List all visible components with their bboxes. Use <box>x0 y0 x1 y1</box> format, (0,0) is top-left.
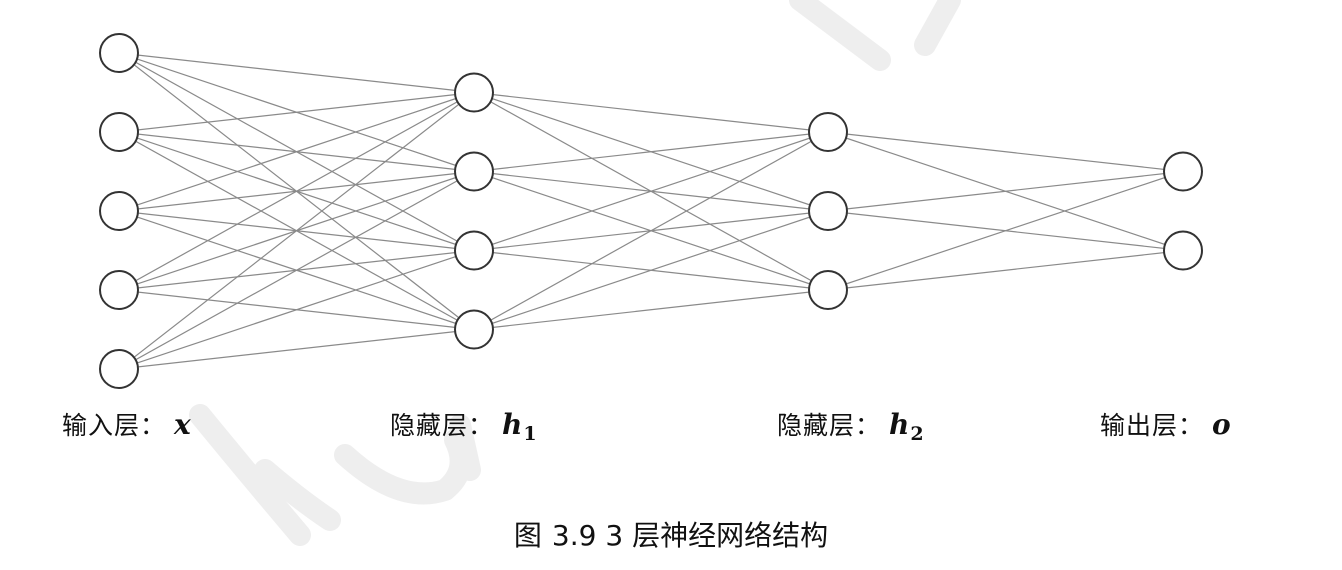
input-layer-variable: x <box>174 408 191 441</box>
connection-h1-3-to-h2-1 <box>473 131 829 252</box>
connection-input-1-to-h1-1 <box>118 52 475 94</box>
neuron-h2-2 <box>808 191 848 231</box>
connection-h2-1-to-output-1 <box>827 131 1184 173</box>
connection-h2-2-to-output-1 <box>827 170 1184 212</box>
hidden-layer-2-name: 隐藏层： <box>777 411 882 440</box>
connection-h1-4-to-h2-3 <box>473 289 829 331</box>
hidden-layer-1-variable: h1 <box>502 408 537 445</box>
connection-h2-3-to-output-2 <box>827 249 1184 291</box>
neuron-h1-3 <box>454 230 494 271</box>
output-layer-label: 输出层： o <box>1100 405 1232 445</box>
hidden-layer-1-label: 隐藏层： h1 <box>390 405 537 445</box>
connection-h2-3-to-output-1 <box>827 170 1184 291</box>
neuron-input-1 <box>99 33 139 73</box>
neuron-output-2 <box>1163 230 1203 271</box>
hidden-layer-1-name: 隐藏层： <box>390 411 495 440</box>
connection-input-3-to-h1-1 <box>118 91 475 212</box>
hidden-layer-2-label: 隐藏层： h2 <box>777 405 924 445</box>
connection-input-5-to-h1-3 <box>118 249 475 370</box>
connection-h1-1-to-h2-1 <box>473 91 829 133</box>
neuron-h2-3 <box>808 270 848 310</box>
neuron-input-2 <box>99 112 139 152</box>
figure-caption-text: 3.9 3 层神经网络结构 <box>551 519 829 552</box>
output-layer-variable: o <box>1212 408 1231 441</box>
connection-input-2-to-h1-1 <box>118 91 475 133</box>
connections <box>118 52 1184 370</box>
input-layer-name: 输入层： <box>62 411 167 440</box>
neuron-input-5 <box>99 349 139 389</box>
neurons <box>99 33 1203 389</box>
connection-h1-2-to-h2-1 <box>473 131 829 173</box>
neuron-h2-1 <box>808 112 848 152</box>
connection-input-4-to-h1-1 <box>118 91 475 291</box>
hidden-layer-2-variable: h2 <box>889 408 924 445</box>
connection-input-5-to-h1-1 <box>118 92 475 370</box>
neuron-h1-1 <box>454 72 494 113</box>
output-layer-name: 输出层： <box>1100 411 1205 440</box>
neuron-input-3 <box>99 191 139 231</box>
input-layer-label: 输入层： x <box>62 405 192 445</box>
figure-caption: 图 3.9 3 层神经网络结构 <box>0 516 1342 556</box>
connection-input-5-to-h1-4 <box>118 328 475 370</box>
neuron-output-1 <box>1163 151 1203 192</box>
neuron-input-4 <box>99 270 139 310</box>
neuron-h1-4 <box>454 309 494 350</box>
neuron-h1-2 <box>454 151 494 192</box>
figure-prefix: 图 <box>513 519 542 552</box>
connection-input-5-to-h1-2 <box>118 170 475 370</box>
connection-h1-4-to-h2-1 <box>473 131 829 331</box>
neural-network-diagram <box>99 33 1203 389</box>
connection-h1-4-to-h2-2 <box>473 210 829 331</box>
